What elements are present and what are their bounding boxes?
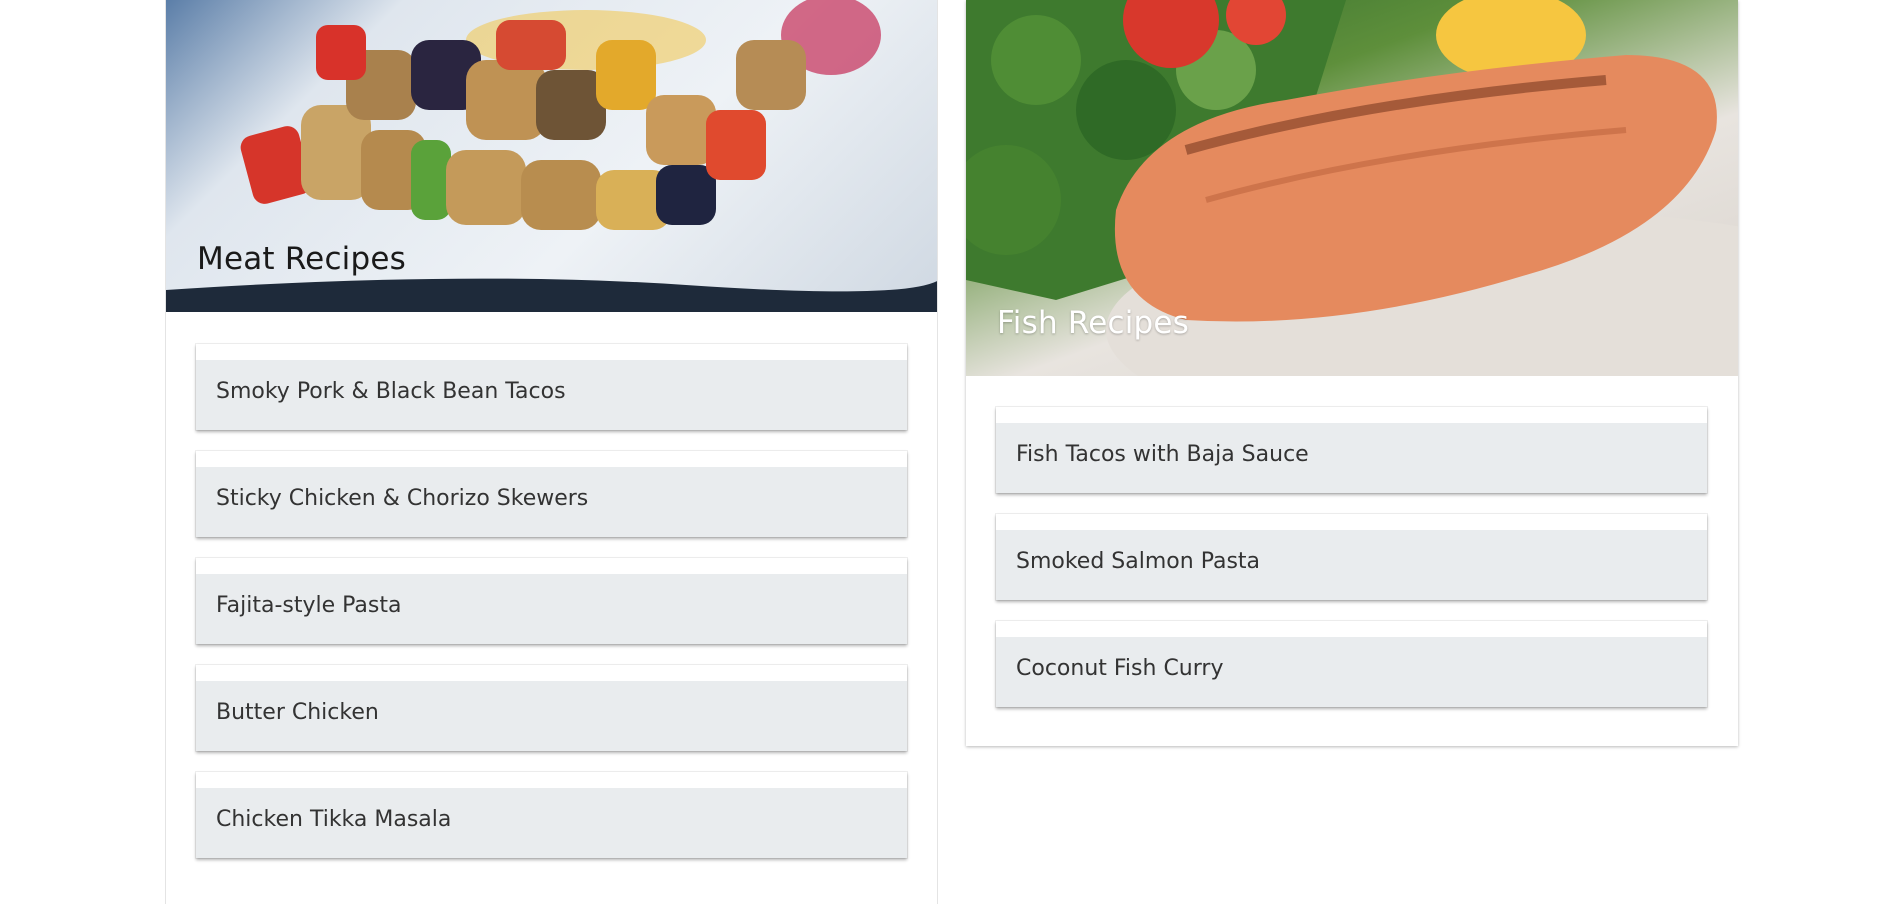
recipe-item-label: Fish Tacos with Baja Sauce: [1016, 442, 1309, 467]
recipe-item-butter-chicken[interactable]: Butter Chicken: [196, 665, 907, 751]
recipe-item-smoky-pork-tacos[interactable]: Smoky Pork & Black Bean Tacos: [196, 344, 907, 430]
fish-recipes-title: Fish Recipes: [997, 305, 1190, 341]
meat-recipe-list: Smoky Pork & Black Bean Tacos Sticky Chi…: [196, 344, 907, 879]
meat-recipes-card: Meat Recipes Smoky Pork & Black Bean Tac…: [165, 0, 938, 904]
meat-recipes-hero-image: Meat Recipes: [166, 0, 937, 312]
recipe-item-fish-tacos[interactable]: Fish Tacos with Baja Sauce: [996, 407, 1707, 493]
fish-recipes-card: Fish Recipes Fish Tacos with Baja Sauce …: [966, 0, 1738, 746]
recipe-item-label: Coconut Fish Curry: [1016, 656, 1224, 681]
recipe-item-label: Sticky Chicken & Chorizo Skewers: [216, 486, 589, 511]
recipe-item-label: Smoked Salmon Pasta: [1016, 549, 1261, 574]
fish-recipes-hero-image: Fish Recipes: [966, 0, 1738, 376]
fish-recipe-list: Fish Tacos with Baja Sauce Smoked Salmon…: [996, 407, 1707, 728]
recipe-item-smoked-salmon-pasta[interactable]: Smoked Salmon Pasta: [996, 514, 1707, 600]
recipe-item-sticky-chicken-skewers[interactable]: Sticky Chicken & Chorizo Skewers: [196, 451, 907, 537]
recipe-item-coconut-fish-curry[interactable]: Coconut Fish Curry: [996, 621, 1707, 707]
recipe-item-label: Smoky Pork & Black Bean Tacos: [216, 379, 566, 404]
recipe-item-label: Fajita-style Pasta: [216, 593, 402, 618]
recipe-item-label: Butter Chicken: [216, 700, 379, 725]
meat-recipes-title: Meat Recipes: [197, 241, 407, 277]
recipe-item-label: Chicken Tikka Masala: [216, 807, 452, 832]
recipe-item-chicken-tikka-masala[interactable]: Chicken Tikka Masala: [196, 772, 907, 858]
recipe-item-fajita-pasta[interactable]: Fajita-style Pasta: [196, 558, 907, 644]
